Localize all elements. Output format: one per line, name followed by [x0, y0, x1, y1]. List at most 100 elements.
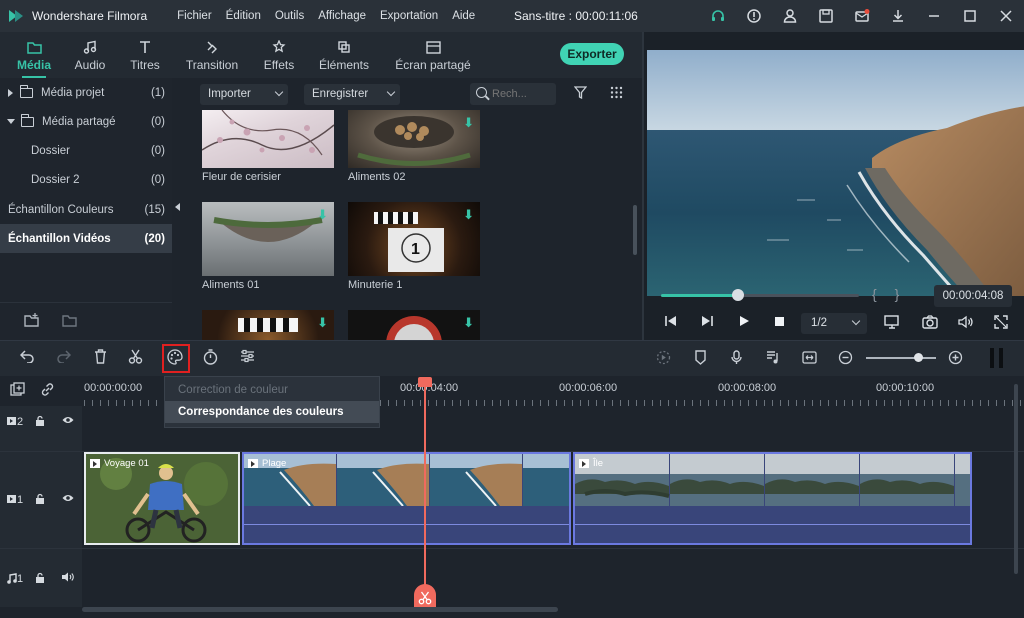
media-thumb-minuterie-1[interactable]: 1 ⬇ [348, 202, 480, 276]
media-thumb-clapper[interactable]: ⬇ [202, 310, 334, 340]
library-item-echantillon-videos[interactable]: Échantillon Vidéos (20) [0, 224, 172, 253]
window-controls [700, 0, 1024, 32]
mark-in-out-icon[interactable]: {} [872, 286, 917, 302]
timeline-horizontal-scrollbar[interactable] [82, 607, 558, 612]
download-icon[interactable] [880, 0, 916, 32]
menu-aide[interactable]: Aide [452, 10, 475, 22]
preview-seekbar[interactable] [661, 289, 859, 301]
menu-item-color-match[interactable]: Correspondance des couleurs [165, 401, 379, 423]
play-icon[interactable] [738, 315, 750, 330]
lock-icon[interactable] [35, 572, 45, 587]
playhead[interactable] [424, 384, 426, 602]
display-settings-icon[interactable] [884, 315, 900, 332]
export-button[interactable]: Exporter [560, 43, 624, 65]
speed-timer-icon[interactable] [203, 349, 218, 368]
pause-icon[interactable] [990, 348, 1008, 371]
info-icon[interactable] [736, 0, 772, 32]
tab-effets[interactable]: Effets [256, 32, 302, 78]
volume-icon[interactable] [958, 315, 974, 332]
zoom-out-icon[interactable] [838, 350, 853, 368]
search-input[interactable] [492, 86, 552, 102]
undo-icon[interactable] [19, 349, 35, 366]
library-item-media-projet[interactable]: Média projet (1) [0, 78, 172, 107]
collapse-panel-icon[interactable] [175, 203, 180, 211]
timeline-vertical-scrollbar[interactable] [1014, 384, 1018, 574]
eye-icon[interactable] [62, 415, 74, 428]
clip-plage[interactable]: Plage [242, 452, 571, 545]
menu-edition[interactable]: Édition [226, 10, 261, 22]
library-item-echantillon-couleurs[interactable]: Échantillon Couleurs (15) [0, 195, 172, 224]
snapshot-icon[interactable] [922, 315, 938, 332]
fit-timeline-icon[interactable] [802, 350, 817, 368]
library-item-label: Dossier 2 [31, 173, 80, 186]
zoom-in-icon[interactable] [948, 350, 963, 368]
media-thumb-aliments-02[interactable]: ⬇ [348, 110, 480, 168]
redo-icon[interactable] [56, 349, 72, 366]
marker-icon[interactable] [694, 350, 707, 368]
link-icon[interactable] [40, 382, 55, 400]
filter-icon[interactable] [573, 86, 588, 102]
download-icon[interactable]: ⬇ [463, 315, 474, 331]
library-item-dossier-2[interactable]: Dossier 2 (0) [0, 165, 172, 194]
media-scrollbar[interactable] [633, 205, 637, 255]
cut-icon[interactable] [128, 349, 143, 367]
tab-audio[interactable]: Audio [68, 32, 112, 78]
clip-voyage-01[interactable]: Voyage 01 [84, 452, 240, 545]
import-dropdown[interactable]: Importer [200, 84, 288, 105]
tab-media[interactable]: Média [10, 32, 58, 78]
media-search[interactable] [470, 83, 556, 105]
tab-elements[interactable]: Éléments [318, 32, 370, 78]
menu-fichier[interactable]: Fichier [177, 10, 212, 22]
download-icon[interactable]: ⬇ [317, 207, 328, 223]
timeline-zoom-slider[interactable] [866, 357, 936, 359]
voiceover-icon[interactable] [766, 350, 781, 368]
download-icon[interactable]: ⬇ [463, 207, 474, 223]
seekbar-handle[interactable] [732, 289, 745, 301]
tab-titres[interactable]: Titres [122, 32, 168, 78]
stop-icon[interactable] [774, 315, 785, 330]
add-track-icon[interactable] [10, 382, 25, 400]
menu-exportation[interactable]: Exportation [380, 10, 438, 22]
user-icon[interactable] [772, 0, 808, 32]
media-thumb-aliments-01[interactable]: ⬇ [202, 202, 334, 276]
grid-view-icon[interactable] [610, 86, 623, 102]
preview-zoom-dropdown[interactable]: 1/2 [801, 313, 867, 334]
close-icon[interactable] [988, 0, 1024, 32]
library-item-media-partage[interactable]: Média partagé (0) [0, 107, 172, 136]
eye-icon[interactable] [62, 493, 74, 506]
menu-outils[interactable]: Outils [275, 10, 304, 22]
collapse-arrow-icon[interactable] [7, 119, 15, 124]
next-frame-icon[interactable] [700, 315, 714, 330]
mail-icon[interactable] [844, 0, 880, 32]
media-thumb-fleur-de-cerisier[interactable] [202, 110, 334, 168]
minimize-icon[interactable] [916, 0, 952, 32]
microphone-icon[interactable] [730, 350, 743, 368]
previous-frame-icon[interactable] [664, 315, 678, 330]
library-item-dossier[interactable]: Dossier (0) [0, 136, 172, 165]
lock-icon[interactable] [35, 415, 45, 430]
audio-track-1[interactable] [82, 549, 1014, 607]
save-icon[interactable] [808, 0, 844, 32]
timeline-zoom-handle[interactable] [914, 353, 923, 362]
media-thumb-dial[interactable]: ⬇ [348, 310, 480, 340]
expand-arrow-icon[interactable] [8, 88, 13, 97]
record-dropdown[interactable]: Enregistrer [304, 84, 400, 105]
download-icon[interactable]: ⬇ [463, 115, 474, 131]
tab-transition[interactable]: Transition [180, 32, 244, 78]
render-preview-icon[interactable] [656, 350, 671, 368]
fullscreen-icon[interactable] [994, 315, 1008, 332]
new-folder-icon[interactable] [24, 313, 40, 330]
tab-ecran-partage[interactable]: Écran partagé [394, 32, 472, 78]
menu-affichage[interactable]: Affichage [318, 10, 366, 22]
speaker-icon[interactable] [62, 572, 74, 585]
timeline-ruler[interactable]: 00:00:00:00 00:00:04:00 00:00:06:00 00:0… [0, 376, 1024, 406]
adjust-audio-icon[interactable] [240, 349, 255, 366]
maximize-icon[interactable] [952, 0, 988, 32]
clip-ile[interactable]: Île [573, 452, 972, 545]
delete-icon[interactable] [94, 349, 107, 367]
download-icon[interactable]: ⬇ [317, 315, 328, 331]
lock-icon[interactable] [35, 493, 45, 508]
remove-folder-icon[interactable] [62, 313, 78, 330]
headset-icon[interactable] [700, 0, 736, 32]
library-item-count: (1) [150, 86, 165, 99]
